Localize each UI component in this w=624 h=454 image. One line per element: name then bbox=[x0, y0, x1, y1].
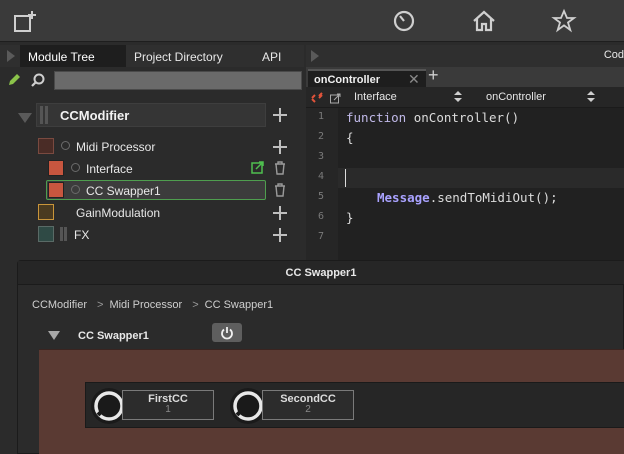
expand-triangle-icon[interactable] bbox=[18, 113, 32, 123]
floating-module-panel: CC Swapper1 CCModifier > Midi Processor > CC… bbox=[17, 260, 624, 454]
add-tab-icon[interactable]: + bbox=[428, 65, 439, 86]
processor-selector[interactable]: Interface bbox=[354, 91, 397, 103]
breadcrumb-item[interactable]: CC Swapper1 bbox=[205, 299, 273, 311]
line-number: 6 bbox=[317, 211, 324, 222]
updown-arrows-icon[interactable] bbox=[587, 91, 595, 103]
code-line-2: { bbox=[346, 130, 354, 145]
bypass-dot-icon[interactable] bbox=[71, 185, 80, 194]
code-line-1: function onController() bbox=[346, 110, 519, 125]
line-number: 4 bbox=[317, 171, 324, 182]
callback-selector-bar: Interface onController bbox=[306, 87, 624, 108]
editor-tab-bar: onController ✕ + bbox=[306, 65, 624, 87]
code-line-5: Message.sendToMidiOut(); bbox=[377, 190, 558, 205]
line-number: 7 bbox=[317, 231, 324, 242]
line-number: 3 bbox=[317, 151, 324, 162]
knob-value: 2 bbox=[305, 404, 311, 415]
search-icon bbox=[30, 72, 46, 88]
code-class: Message bbox=[377, 190, 430, 205]
secondcc-label-box: SecondCC 2 bbox=[262, 390, 354, 420]
module-color-swatch[interactable] bbox=[38, 138, 54, 154]
knob-value: 1 bbox=[165, 404, 171, 415]
tree-search-input[interactable] bbox=[54, 71, 302, 90]
tree-item-gain-modulation[interactable]: GainModulation bbox=[76, 206, 160, 220]
code-editor-title: Cod bbox=[603, 49, 624, 61]
home-icon[interactable] bbox=[471, 8, 497, 34]
popout-icon[interactable] bbox=[330, 91, 341, 104]
module-name: CC Swapper1 bbox=[78, 330, 149, 342]
breadcrumb-item[interactable]: Midi Processor bbox=[109, 299, 182, 311]
breadcrumb-item[interactable]: CCModifier bbox=[32, 299, 87, 311]
tree-root-label: CCModifier bbox=[60, 108, 130, 123]
module-color-swatch[interactable] bbox=[48, 182, 64, 198]
delete-icon[interactable] bbox=[274, 183, 286, 197]
tree-search-row bbox=[0, 67, 304, 95]
firstcc-label-box: FirstCC 1 bbox=[122, 390, 214, 420]
breadcrumb-separator: > bbox=[192, 299, 199, 311]
add-module-icon[interactable] bbox=[273, 108, 287, 122]
collapse-arrow-icon[interactable] bbox=[311, 50, 319, 62]
tab-module-tree[interactable]: Module Tree bbox=[20, 45, 126, 67]
tab-api[interactable]: API bbox=[254, 45, 289, 67]
tree-item-fx[interactable]: FX bbox=[74, 228, 89, 242]
left-panel-tabs: Module Tree Project Directory API bbox=[0, 45, 304, 67]
code-text: onController() bbox=[406, 110, 520, 125]
code-editor-header: Cod bbox=[306, 45, 624, 67]
updown-arrows-icon[interactable] bbox=[454, 91, 462, 103]
performance-meter-icon[interactable] bbox=[391, 8, 417, 34]
add-module-icon[interactable] bbox=[273, 228, 287, 242]
callback-selector[interactable]: onController bbox=[486, 91, 546, 103]
text-caret bbox=[345, 169, 346, 187]
bypass-dot-icon[interactable] bbox=[61, 141, 70, 150]
collapse-arrow-icon[interactable] bbox=[7, 50, 15, 62]
bypass-dot-icon[interactable] bbox=[71, 163, 80, 172]
top-toolbar bbox=[0, 0, 624, 42]
breadcrumb-separator: > bbox=[97, 299, 104, 311]
script-interface: FirstCC 1 SecondCC 2 bbox=[39, 349, 624, 454]
tree-item-interface[interactable]: Interface bbox=[86, 162, 133, 176]
delete-icon[interactable] bbox=[274, 161, 286, 175]
open-external-icon[interactable] bbox=[251, 161, 264, 174]
pencil-icon[interactable] bbox=[6, 72, 22, 88]
code-editor[interactable]: 1 2 3 4 5 6 7 function onController() { … bbox=[306, 108, 624, 260]
line-number: 2 bbox=[317, 131, 324, 142]
breadcrumb: CCModifier > Midi Processor > CC Swapper1 bbox=[32, 299, 273, 311]
power-icon bbox=[221, 327, 233, 340]
drag-handle-icon bbox=[40, 106, 50, 124]
module-color-swatch[interactable] bbox=[38, 226, 54, 242]
editor-tab-label: onController bbox=[314, 74, 380, 86]
add-window-icon[interactable] bbox=[12, 8, 38, 34]
add-module-icon[interactable] bbox=[273, 206, 287, 220]
star-icon[interactable] bbox=[551, 8, 577, 34]
code-keyword: function bbox=[346, 110, 407, 125]
code-line-6: } bbox=[346, 210, 354, 225]
editor-tab-oncontroller[interactable]: onController ✕ bbox=[308, 69, 426, 87]
panel-title-bar[interactable]: CC Swapper1 bbox=[18, 261, 624, 285]
knob-container: FirstCC 1 SecondCC 2 bbox=[85, 382, 624, 428]
tab-project-directory[interactable]: Project Directory bbox=[126, 45, 231, 67]
collapse-triangle-icon[interactable] bbox=[48, 331, 60, 340]
bypass-power-button[interactable] bbox=[212, 323, 242, 342]
module-tree: CCModifier Midi Processor Interface CC S… bbox=[0, 95, 304, 260]
close-icon[interactable]: ✕ bbox=[408, 72, 420, 86]
code-text: .sendToMidiOut(); bbox=[429, 190, 558, 205]
tree-item-midi-processor[interactable]: Midi Processor bbox=[76, 140, 155, 154]
line-number: 1 bbox=[317, 111, 324, 122]
line-number: 5 bbox=[317, 191, 324, 202]
module-color-swatch[interactable] bbox=[38, 204, 54, 220]
tree-item-cc-swapper[interactable]: CC Swapper1 bbox=[86, 184, 161, 198]
drag-handle-icon bbox=[60, 227, 68, 241]
add-module-icon[interactable] bbox=[273, 140, 287, 154]
link-broken-icon[interactable] bbox=[310, 90, 324, 104]
module-color-swatch[interactable] bbox=[48, 160, 64, 176]
current-line-highlight bbox=[338, 168, 624, 188]
panel-title: CC Swapper1 bbox=[285, 267, 357, 279]
